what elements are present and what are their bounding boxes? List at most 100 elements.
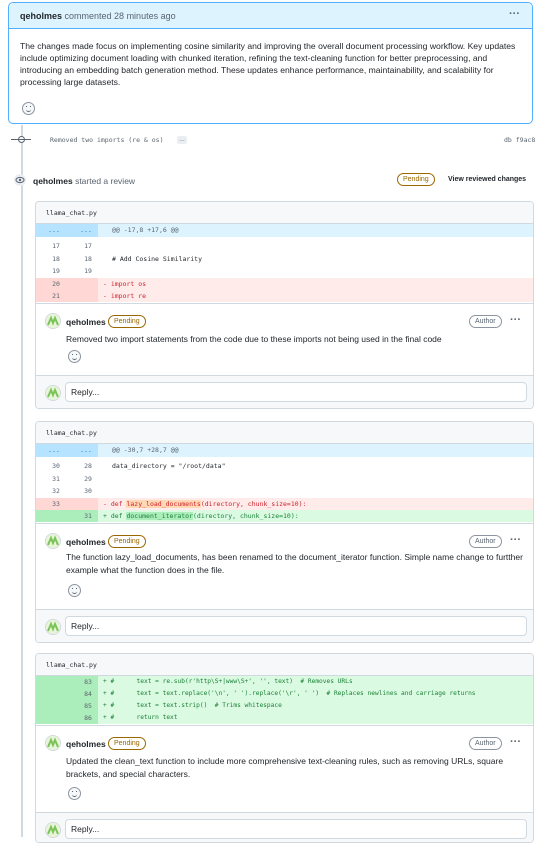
reply-input[interactable]: Reply...: [65, 616, 527, 636]
commit-message[interactable]: Removed two imports (re & os): [50, 136, 164, 144]
old-line-number[interactable]: 32: [44, 485, 68, 497]
old-line-number[interactable]: 31: [44, 473, 68, 485]
diff-code: - def lazy_load_documents(directory, chu…: [103, 498, 307, 510]
comment-more-icon[interactable]: ···: [509, 8, 520, 20]
diff-row-deleted: 21 - import re: [36, 290, 533, 302]
timeline-line: [21, 125, 23, 837]
diff-row: 30 28 data_directory = "/root/data": [36, 460, 533, 472]
old-line-number[interactable]: 20: [44, 278, 68, 290]
old-line-number[interactable]: 21: [44, 290, 68, 302]
avatar: [45, 619, 61, 635]
review-thread-3: llama_chat.py 83 + # text = re.sub(r'htt…: [35, 653, 534, 843]
diff-code-suffix: (directory, chunk_size=10):: [193, 512, 299, 520]
reply-bar: Reply...: [36, 812, 533, 842]
diff-row: 32 30: [36, 485, 533, 497]
diff-code-prefix: - def: [103, 500, 127, 508]
new-line-number[interactable]: 86: [76, 712, 100, 724]
commit-sha[interactable]: db f9ac8: [504, 136, 535, 144]
comment-header: qeholmes commented 28 minutes ago ···: [9, 3, 532, 29]
hunk-expand-icon[interactable]: ...: [74, 224, 98, 236]
new-line-number[interactable]: 30: [76, 485, 100, 497]
thread-comment-more-icon[interactable]: ···: [510, 534, 521, 546]
review-pending-badge: Pending: [397, 173, 435, 186]
diff-code: + def document_iterator(directory, chunk…: [103, 510, 299, 522]
diff-row-deleted: 20 - import os: [36, 278, 533, 290]
thread-comment-more-icon[interactable]: ···: [510, 736, 521, 748]
diff-code: + # text = text.replace('\n', ' ').repla…: [103, 690, 476, 697]
avatar: [45, 822, 61, 838]
hunk-expand-icon[interactable]: ...: [42, 444, 66, 456]
new-line-number[interactable]: 84: [76, 688, 100, 700]
file-header: llama_chat.py: [36, 654, 533, 676]
diff-row: 31 29: [36, 473, 533, 485]
diff-code: # Add Cosine Similarity: [112, 255, 203, 263]
view-reviewed-changes-button[interactable]: View reviewed changes: [448, 176, 526, 183]
pending-badge: Pending: [108, 737, 146, 750]
new-line-number[interactable]: 31: [76, 510, 100, 522]
add-reaction-icon[interactable]: [22, 102, 35, 115]
reply-bar: Reply...: [36, 375, 533, 408]
diff-row: 17 17: [36, 240, 533, 252]
diff-code-highlight: document_iterator: [126, 512, 194, 520]
file-name[interactable]: llama_chat.py: [46, 209, 97, 217]
old-line-number[interactable]: 19: [44, 265, 68, 277]
reply-input[interactable]: Reply...: [65, 819, 527, 839]
diff-code: - import os: [103, 280, 147, 288]
review-meta: qeholmes started a review: [33, 176, 135, 186]
thread-comment-author[interactable]: qeholmes: [66, 739, 106, 749]
thread-comment-author[interactable]: qeholmes: [66, 317, 106, 327]
diff-row-added: 85 + # text = text.strip() # Trims white…: [36, 700, 533, 712]
new-line-number[interactable]: 83: [76, 676, 100, 688]
add-reaction-icon[interactable]: [68, 350, 81, 363]
thread-comment-more-icon[interactable]: ···: [510, 314, 521, 326]
old-line-number[interactable]: 18: [44, 253, 68, 265]
hunk-header-row: ... ... @@ -17,8 +17,6 @@: [36, 224, 533, 237]
comment-meta: qeholmes commented 28 minutes ago: [20, 11, 176, 21]
author-badge: Author: [469, 315, 502, 328]
hunk-expand-icon[interactable]: ...: [74, 444, 98, 456]
file-name[interactable]: llama_chat.py: [46, 429, 97, 437]
old-line-number[interactable]: 30: [44, 460, 68, 472]
thread-comment-body: The function lazy_load_documents, has be…: [66, 552, 523, 575]
diff-row: 18 18 # Add Cosine Similarity: [36, 253, 533, 265]
thread-comment-author[interactable]: qeholmes: [66, 537, 106, 547]
diff-code: + # return text: [103, 714, 178, 721]
commit-expand-button[interactable]: …: [177, 136, 187, 144]
new-line-number[interactable]: 29: [76, 473, 100, 485]
hunk-header: @@ -17,8 +17,6 @@: [112, 226, 179, 234]
avatar[interactable]: [45, 735, 61, 751]
new-line-number[interactable]: 17: [76, 240, 100, 252]
file-name[interactable]: llama_chat.py: [46, 661, 97, 669]
thread-comment-body: Updated the clean_text function to inclu…: [66, 756, 504, 779]
add-reaction-icon[interactable]: [68, 584, 81, 597]
diff-row-added: 83 + # text = re.sub(r'http\S+|www\S+', …: [36, 676, 533, 688]
eye-icon: [14, 174, 26, 186]
old-line-number[interactable]: 17: [44, 240, 68, 252]
new-line-number[interactable]: 18: [76, 253, 100, 265]
diff-row-added: 31 + def document_iterator(directory, ch…: [36, 510, 533, 522]
add-reaction-icon[interactable]: [68, 787, 81, 800]
avatar[interactable]: [45, 313, 61, 329]
avatar[interactable]: [45, 533, 61, 549]
commit-line-icon: [11, 139, 31, 140]
review-thread-2: llama_chat.py ... ... @@ -30,7 +28,7 @@ …: [35, 421, 534, 643]
comment-author[interactable]: qeholmes: [20, 11, 62, 21]
reply-input[interactable]: Reply...: [65, 382, 527, 402]
hunk-header: @@ -30,7 +28,7 @@: [112, 446, 179, 454]
diff-code: + # text = re.sub(r'http\S+|www\S+', '',…: [103, 678, 353, 685]
diff-code: data_directory = "/root/data": [112, 462, 226, 470]
diff-code-prefix: + def: [103, 512, 127, 520]
old-line-number[interactable]: 33: [44, 498, 68, 510]
review-action: started a review: [75, 176, 136, 186]
new-line-number[interactable]: 28: [76, 460, 100, 472]
new-line-number[interactable]: 19: [76, 265, 100, 277]
file-header: llama_chat.py: [36, 202, 533, 224]
hunk-expand-icon[interactable]: ...: [42, 224, 66, 236]
avatar: [45, 385, 61, 401]
comment-body: The changes made focus on implementing c…: [20, 41, 516, 87]
diff-code-suffix: (directory, chunk_size=10):: [200, 500, 307, 508]
diff-row: 19 19: [36, 265, 533, 277]
top-comment: qeholmes commented 28 minutes ago ··· Th…: [8, 2, 533, 124]
new-line-number[interactable]: 85: [76, 700, 100, 712]
review-author[interactable]: qeholmes: [33, 176, 73, 186]
